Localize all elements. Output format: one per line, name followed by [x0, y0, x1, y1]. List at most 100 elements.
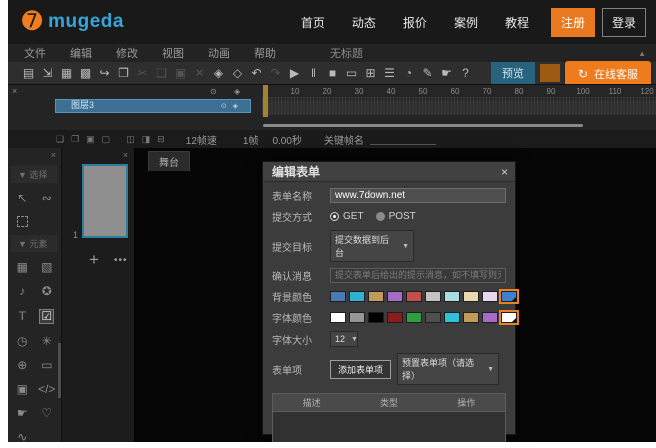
board-icon[interactable]: ▭: [41, 359, 52, 372]
section-title-选择[interactable]: ▼ 选择: [11, 166, 58, 183]
font-color-swatch-6[interactable]: [444, 312, 460, 323]
gesture-icon[interactable]: ☛: [438, 64, 455, 82]
font-size-select[interactable]: 12 ▼: [330, 331, 358, 347]
bg-color-swatch-4[interactable]: [406, 291, 422, 302]
radio-post[interactable]: [376, 212, 385, 221]
save-icon[interactable]: ▦: [58, 64, 75, 82]
help-icon[interactable]: ?: [457, 64, 474, 82]
timeline-tool-icon[interactable]: ❏: [56, 134, 64, 145]
unlock-icon[interactable]: ◇: [229, 64, 246, 82]
code-icon[interactable]: </>: [38, 383, 55, 396]
font-color-swatch-9[interactable]: [501, 312, 517, 323]
timeline-tool-icon[interactable]: ❐: [71, 134, 79, 145]
font-color-swatch-8[interactable]: [482, 312, 498, 323]
preview-button[interactable]: 预览: [491, 62, 535, 84]
timeline-tool-icon[interactable]: ◨: [142, 134, 151, 145]
font-color-swatch-0[interactable]: [330, 312, 346, 323]
form-name-input[interactable]: [330, 188, 506, 203]
new-file-icon[interactable]: ▤: [20, 64, 37, 82]
shape-heart-icon[interactable]: ♡: [41, 407, 52, 420]
nav-item-动态[interactable]: 动态: [352, 14, 376, 31]
submit-target-select[interactable]: 提交数据到后台 ▼: [330, 230, 414, 262]
timer-icon[interactable]: ◷: [17, 335, 27, 348]
menu-修改[interactable]: 修改: [116, 45, 138, 61]
component-icon[interactable]: ▦: [17, 261, 28, 274]
mugeda-logo[interactable]: ➐ mugeda: [22, 10, 124, 34]
add-page-button[interactable]: +: [89, 250, 99, 270]
bg-color-swatch-8[interactable]: [482, 291, 498, 302]
register-button[interactable]: 注册: [551, 8, 595, 37]
media-icon[interactable]: ✪: [42, 285, 52, 298]
keyframe-name-input[interactable]: [370, 134, 436, 145]
align-icon[interactable]: ☰: [381, 64, 398, 82]
image-icon[interactable]: ▧: [41, 261, 52, 274]
menu-编辑[interactable]: 编辑: [70, 45, 92, 61]
timeline-tool-icon[interactable]: ▢: [102, 134, 111, 145]
bg-color-swatch-0[interactable]: [330, 291, 346, 302]
timeline-tool-icon[interactable]: ◫: [126, 134, 135, 145]
stop-icon[interactable]: ■: [324, 64, 341, 82]
export-icon[interactable]: ↪: [96, 64, 113, 82]
import-icon[interactable]: ⇲: [39, 64, 56, 82]
pages-close-icon[interactable]: ×: [123, 150, 128, 160]
pen-icon[interactable]: ✎: [419, 64, 436, 82]
layer-lock-icon[interactable]: ◈: [234, 87, 240, 96]
menu-文件[interactable]: 文件: [24, 45, 46, 61]
lock-icon[interactable]: ◈: [210, 64, 227, 82]
add-form-item-button[interactable]: 添加表单项: [330, 360, 391, 379]
lasso-tool-icon[interactable]: ∾: [42, 192, 52, 205]
menu-帮助[interactable]: 帮助: [254, 45, 276, 61]
components-icon[interactable]: ▩: [77, 64, 94, 82]
font-color-swatch-5[interactable]: [425, 312, 441, 323]
select-tool-icon[interactable]: ↖: [17, 192, 27, 205]
storyboard-icon[interactable]: ⊞: [362, 64, 379, 82]
bg-color-swatch-3[interactable]: [387, 291, 403, 302]
bg-color-swatch-2[interactable]: [368, 291, 384, 302]
time-icon[interactable]: ◔: [400, 64, 417, 82]
timeline-tool-icon[interactable]: ⊟: [157, 134, 165, 145]
publish-button[interactable]: [540, 64, 560, 82]
form-icon[interactable]: ☑: [39, 309, 54, 324]
dialog-close-icon[interactable]: ×: [501, 162, 508, 182]
timeline-frames-area[interactable]: 102030405060708090100110120: [262, 85, 656, 130]
font-color-swatch-2[interactable]: [368, 312, 384, 323]
stage-tab[interactable]: 舞台: [148, 151, 190, 171]
audio-icon[interactable]: ♪: [19, 285, 25, 298]
gesture-icon[interactable]: ☛: [17, 407, 28, 420]
tools-close-icon[interactable]: ×: [51, 150, 56, 160]
confirm-message-input[interactable]: [330, 268, 506, 283]
tools-scrollbar[interactable]: [58, 343, 61, 398]
section-title-元素[interactable]: ▼ 元素: [11, 235, 58, 252]
timeline-scrollbar[interactable]: [263, 124, 583, 127]
collapse-panel-icon[interactable]: ▲: [638, 49, 646, 58]
clone-icon[interactable]: ❐: [115, 64, 132, 82]
wheel-icon[interactable]: ✳: [42, 335, 52, 348]
bg-color-swatch-6[interactable]: [444, 291, 460, 302]
bg-color-swatch-5[interactable]: [425, 291, 441, 302]
menu-动画[interactable]: 动画: [208, 45, 230, 61]
pause-icon[interactable]: ‖: [305, 64, 322, 82]
frame-ruler[interactable]: 102030405060708090100110120: [262, 85, 656, 98]
globe-icon[interactable]: ⊕: [17, 359, 27, 372]
nav-item-教程[interactable]: 教程: [505, 14, 529, 31]
play-icon[interactable]: ▶: [286, 64, 303, 82]
page-thumbnail[interactable]: [82, 164, 128, 238]
curve-icon[interactable]: ∿: [17, 431, 27, 442]
bg-color-swatch-9[interactable]: [501, 291, 517, 302]
timeline-tool-icon[interactable]: ▣: [86, 134, 95, 145]
layer-row[interactable]: 图层3 ⊙◈: [55, 99, 251, 113]
layer-visibility-icon[interactable]: ⊙: [210, 87, 217, 96]
timeline-close-icon[interactable]: ×: [12, 86, 17, 96]
bg-color-swatch-7[interactable]: [463, 291, 479, 302]
photo-icon[interactable]: ▣: [17, 383, 28, 396]
radio-get[interactable]: [330, 212, 339, 221]
nav-item-案例[interactable]: 案例: [454, 14, 478, 31]
preset-items-select[interactable]: 预置表单项（请选择） ▼: [397, 353, 499, 385]
layer-mini-toggles[interactable]: ⊙◈: [221, 101, 244, 112]
layer-track[interactable]: [262, 101, 656, 115]
nav-item-报价[interactable]: 报价: [403, 14, 427, 31]
page-more-button[interactable]: •••: [114, 255, 128, 266]
font-color-swatch-3[interactable]: [387, 312, 403, 323]
text-icon[interactable]: T: [19, 310, 26, 323]
login-button[interactable]: 登录: [602, 8, 646, 37]
